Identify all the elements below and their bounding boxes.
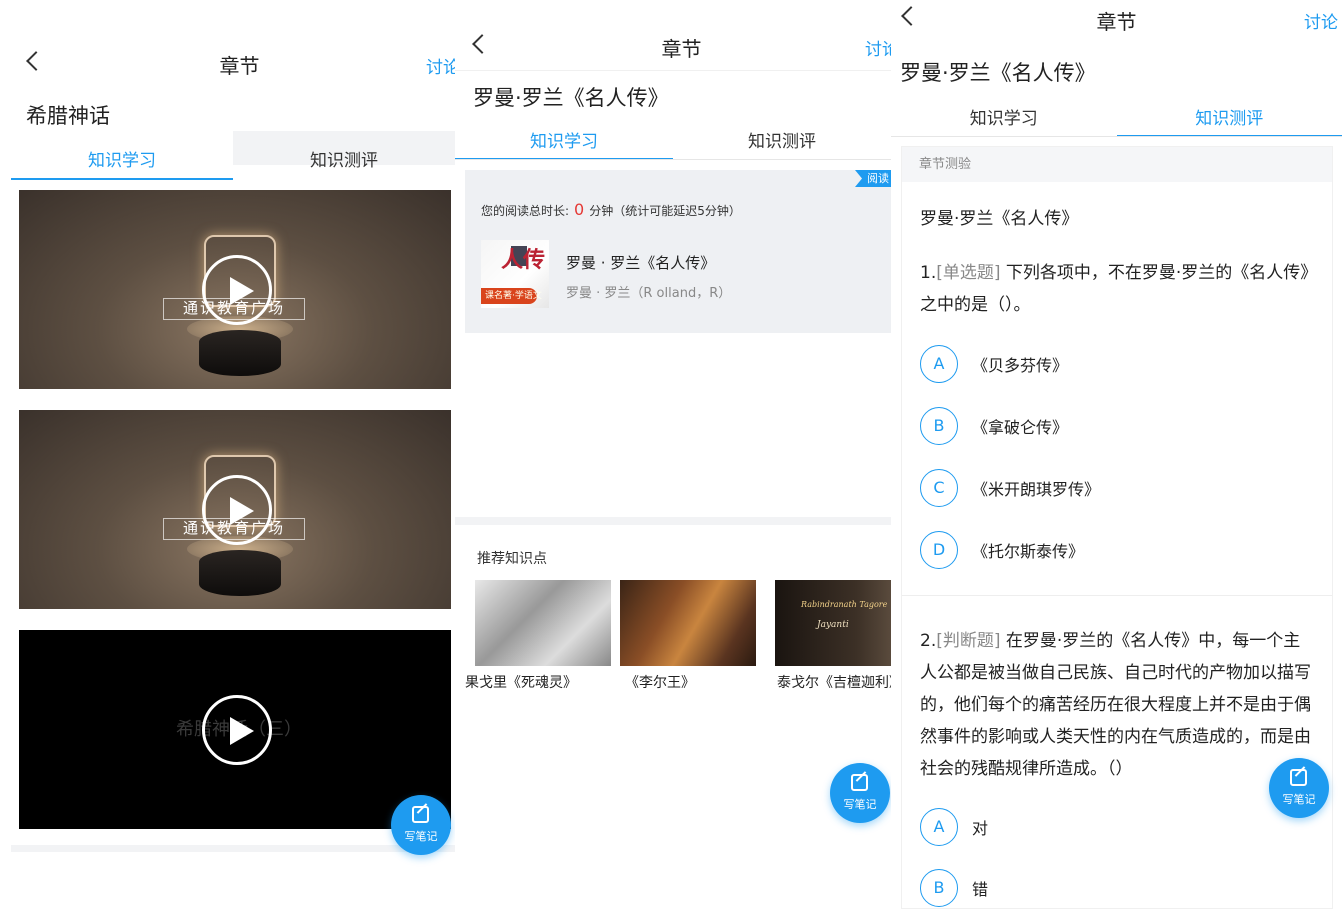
panel-romain-rolland-quiz: 章节 讨论 罗曼·罗兰《名人传》 知识学习 知识测评 章节测验 罗曼·罗兰《名人… [891,0,1342,909]
play-icon[interactable] [202,255,272,325]
tab-knowledge-test[interactable]: 知识测评 [673,127,891,160]
divider [11,845,455,852]
question-number: 2. [920,631,937,651]
thumb-text: Jayanti [817,620,849,630]
question-number: 1. [920,263,937,283]
quiz-name: 罗曼·罗兰《名人传》 [920,209,1079,229]
cover-title: 人传 [500,248,545,273]
option-b[interactable]: B 错 [920,869,988,907]
option-text: 错 [972,880,989,899]
write-note-label: 写笔记 [404,830,438,843]
video-item[interactable]: 希腊神话（三） [19,630,451,829]
edit-icon [1290,769,1307,786]
discuss-link[interactable]: 讨论 [1304,8,1338,33]
recommend-caption[interactable]: 泰戈尔《吉檀迦利》 [777,672,891,692]
question-divider [902,595,1332,596]
option-text: 《拿破仑传》 [972,418,1069,437]
option-letter[interactable]: C [920,469,958,507]
panel-greek-myth: 章节 讨论 希腊神话 知识学习 知识测评 通识教育广场 通识教育广场 希腊神话（… [0,0,455,909]
tab-knowledge-study[interactable]: 知识学习 [455,127,673,160]
write-note-button[interactable]: 写笔记 [391,795,451,855]
option-letter[interactable]: A [920,808,958,846]
option-letter[interactable]: B [920,869,958,907]
tab-knowledge-test[interactable]: 知识测评 [233,131,455,171]
option-text: 《米开朗琪罗传》 [972,480,1101,499]
book-title[interactable]: 罗曼 · 罗兰《名人传》 [566,252,715,273]
thumb-text: Rabindranath Tagore [801,600,888,609]
discuss-link[interactable]: 讨论 [426,53,455,78]
video-item[interactable]: 通识教育广场 [19,410,451,609]
book-author: 罗曼 · 罗兰（R olland，R） [566,286,732,301]
reading-duration-prefix: 您的阅读总时长: [481,204,570,218]
recommend-caption[interactable]: 果戈里《死魂灵》 [465,672,577,692]
cover-strip: 课名著·学语文 [481,288,542,304]
tab-divider [455,159,891,160]
write-note-label: 写笔记 [1282,793,1316,806]
video-item[interactable]: 通识教育广场 [19,190,451,389]
tab-knowledge-study[interactable]: 知识学习 [891,104,1117,137]
option-text: 对 [972,819,989,838]
reading-minutes: 0 [574,200,585,219]
option-letter[interactable]: B [920,407,958,445]
edit-icon [412,806,429,823]
pedestal [199,330,281,376]
option-text: 《托尔斯泰传》 [972,542,1085,561]
reading-duration-suffix: 分钟（统计可能延迟5分钟） [589,204,741,218]
option-d[interactable]: D 《托尔斯泰传》 [920,531,1084,569]
discuss-link[interactable]: 讨论 [865,35,891,60]
play-icon[interactable] [202,475,272,545]
write-note-button[interactable]: 写笔记 [1269,758,1329,818]
write-note-button[interactable]: 写笔记 [830,763,890,823]
panel-romain-rolland-study: 章节 讨论 罗曼·罗兰《名人传》 知识学习 知识测评 阅读 您的阅读总时长: 0 分… [455,0,891,909]
page-title: 章节 [219,54,260,78]
question-1: 1.[单选题] 下列各项中，不在罗曼·罗兰的《名人传》之中的是（）。 [920,257,1315,321]
chapter-title: 罗曼·罗兰《名人传》 [900,61,1096,85]
chapter-title: 希腊神话 [26,104,110,128]
pedestal [199,550,281,596]
edit-icon [851,774,868,791]
header-divider [455,70,891,71]
question-type: [判断题] [936,631,1001,651]
tab-bar: 知识学习 知识测评 [891,104,1342,137]
tab-bar: 知识学习 知识测评 [455,127,891,160]
tab-knowledge-test[interactable]: 知识测评 [1116,104,1342,137]
recommend-thumb[interactable] [475,580,611,666]
option-a[interactable]: A 《贝多芬传》 [920,345,1068,383]
question-2: 2.[判断题] 在罗曼·罗兰的《名人传》中，每一个主人公都是被当做自己民族、自己… [920,625,1315,785]
recommend-thumb[interactable]: Rabindranath Tagore Jayanti [775,580,891,666]
option-c[interactable]: C 《米开朗琪罗传》 [920,469,1100,507]
option-text: 《贝多芬传》 [972,356,1069,375]
write-note-label: 写笔记 [843,798,877,811]
section-divider [455,517,891,525]
option-a[interactable]: A 对 [920,808,988,846]
recommend-thumb[interactable] [620,580,756,666]
reading-card[interactable]: 阅读 您的阅读总时长: 0 分钟（统计可能延迟5分钟） 人传 课名著·学语文 罗曼 … [465,170,891,333]
recommend-caption[interactable]: 《李尔王》 [625,672,695,692]
tab-knowledge-study[interactable]: 知识学习 [11,146,233,180]
quiz-header: 章节测验 [902,147,1332,182]
reading-flag: 阅读 [855,170,891,187]
page-title: 章节 [661,37,702,61]
chapter-title: 罗曼·罗兰《名人传》 [473,86,669,110]
option-letter[interactable]: A [920,345,958,383]
page-title: 章节 [1096,10,1137,34]
tab-divider [891,136,1342,137]
option-b[interactable]: B 《拿破仑传》 [920,407,1068,445]
reading-duration: 您的阅读总时长: 0 分钟（统计可能延迟5分钟） [481,200,741,219]
question-type: [单选题] [936,263,1001,283]
question-text: 在罗曼·罗兰的《名人传》中，每一个主人公都是被当做自己民族、自己时代的产物加以描… [920,631,1311,779]
play-icon[interactable] [202,695,272,765]
recommend-heading: 推荐知识点 [477,551,547,567]
tab-bar: 知识学习 知识测评 [11,131,455,180]
book-cover[interactable]: 人传 课名著·学语文 [481,240,549,308]
option-letter[interactable]: D [920,531,958,569]
